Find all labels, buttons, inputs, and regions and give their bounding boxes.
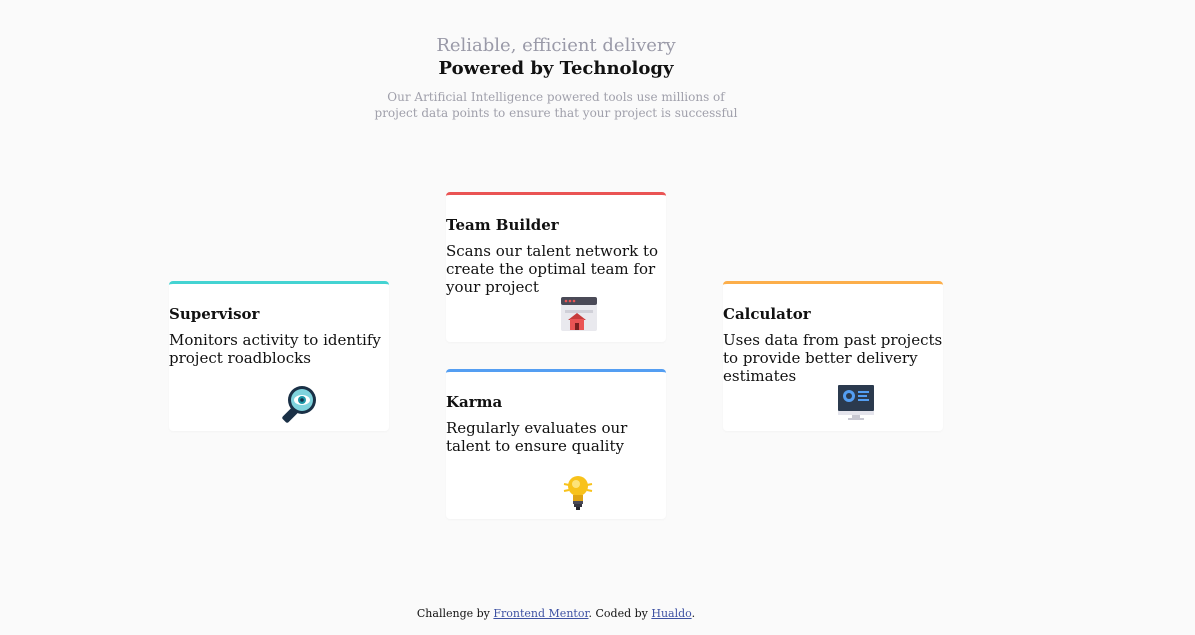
- card-title: Calculator: [723, 305, 811, 323]
- author-link[interactable]: Hualdo: [651, 607, 691, 620]
- browser-house-icon: [558, 294, 598, 334]
- frontend-mentor-link[interactable]: Frontend Mentor: [493, 607, 588, 620]
- card-text: Scans our talent network to create the o…: [446, 242, 658, 296]
- card-text: Monitors activity to identify project ro…: [169, 331, 381, 367]
- header: Reliable, efficient delivery Powered by …: [0, 34, 1112, 121]
- page-title: Powered by Technology: [438, 58, 674, 79]
- header-kicker: Reliable, efficient delivery: [436, 35, 676, 56]
- lightbulb-icon: [558, 471, 598, 511]
- page: Reliable, efficient delivery Powered by …: [0, 0, 1195, 635]
- card-text: Uses data from past projects to provide …: [723, 331, 943, 385]
- card-supervisor: Supervisor Monitors activity to identify…: [169, 281, 389, 431]
- footer: Challenge by Frontend Mentor. Coded by H…: [0, 607, 1112, 620]
- card-title: Karma: [446, 393, 503, 411]
- card-calculator: Calculator Uses data from past projects …: [723, 281, 943, 431]
- card-team-builder: Team Builder Scans our talent network to…: [446, 192, 666, 342]
- card-text: Regularly evaluates our talent to ensure…: [446, 419, 628, 455]
- header-subtitle: Our Artificial Intelligence powered tool…: [374, 90, 738, 120]
- card-title: Team Builder: [446, 216, 559, 234]
- magnifier-eye-icon: [281, 383, 321, 423]
- footer-suffix: .: [691, 607, 696, 620]
- card-karma: Karma Regularly evaluates our talent to …: [446, 369, 666, 519]
- footer-middle: . Coded by: [588, 607, 652, 620]
- footer-prefix: Challenge by: [416, 607, 494, 620]
- monitor-dashboard-icon: [835, 383, 875, 423]
- card-title: Supervisor: [169, 305, 260, 323]
